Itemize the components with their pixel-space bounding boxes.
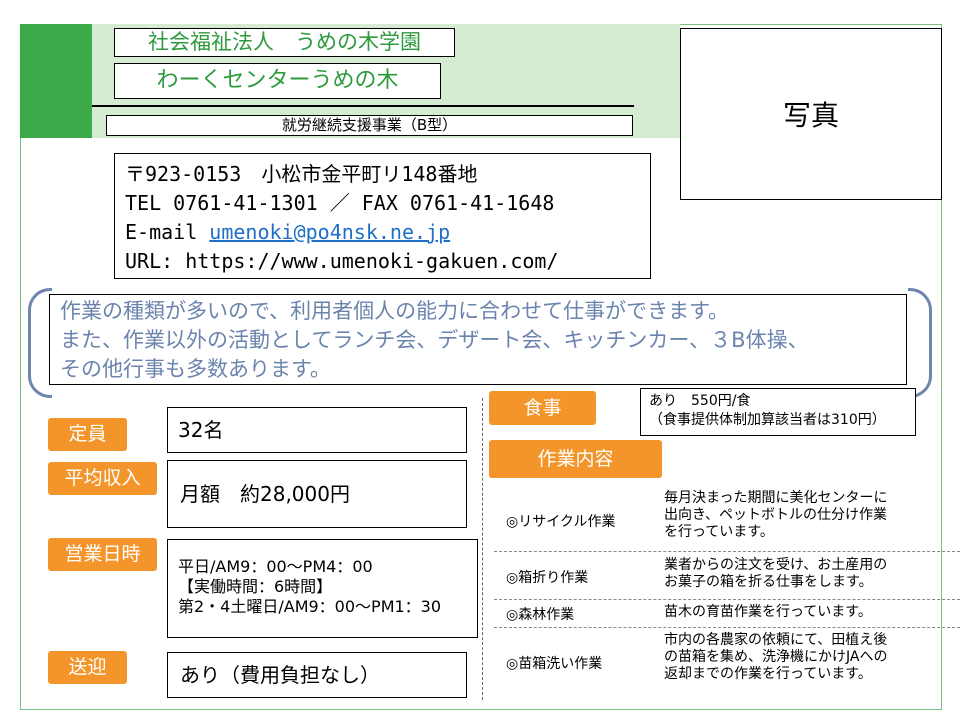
capacity-label: 定員 bbox=[48, 418, 127, 451]
work-desc-line: 返却までの作業を行っています。 bbox=[664, 666, 872, 682]
description-line: その他行事も多数あります。 bbox=[60, 357, 331, 381]
corporation-name: 社会福祉法人 うめの木学園 bbox=[114, 28, 455, 57]
meal-value: あり 550円/食 （食事提供体制加算該当者は310円） bbox=[640, 388, 916, 436]
work-item-desc: 毎月決まった期間に美化センターに 出向き、ペットボトルの仕分け作業 を行っていま… bbox=[664, 490, 934, 541]
hours-actual: 【実働時間：6時間】 bbox=[178, 577, 333, 596]
contact-box: 〒923-0153 小松市金平町リ148番地 TEL 0761-41-1301 … bbox=[114, 153, 651, 279]
work-label: 作業内容 bbox=[489, 440, 662, 478]
work-item-desc: 市内の各農家の依頼にて、田植え後 の苗箱を集め、洗浄機にかけJAへの 返却までの… bbox=[664, 632, 934, 683]
work-item-name: ◎リサイクル作業 bbox=[506, 514, 616, 530]
work-desc-line: 出向き、ペットボトルの仕分け作業 bbox=[664, 507, 888, 523]
work-desc-line: 業者からの注文を受け、お土産用の bbox=[664, 557, 888, 573]
business-type: 就労継続支援事業（B型） bbox=[106, 115, 633, 136]
work-item: ◎森林作業 苗木の育苗作業を行っています。 bbox=[494, 599, 960, 628]
description-line: また、作業以外の活動としてランチ会、デザート会、キッチンカー、３B体操、 bbox=[60, 328, 809, 352]
description-line: 作業の種類が多いので、利用者個人の能力に合わせて仕事ができます。 bbox=[60, 299, 730, 323]
work-item: ◎苗箱洗い作業 市内の各農家の依頼にて、田植え後 の苗箱を集め、洗浄機にかけJA… bbox=[494, 627, 960, 691]
email-label: E-mail bbox=[125, 220, 210, 244]
income-value: 月額 約28,000円 bbox=[167, 460, 467, 528]
work-desc-line: 市内の各農家の依頼にて、田植え後 bbox=[664, 632, 888, 648]
tel-fax: TEL 0761-41-1301 ／ FAX 0761-41-1648 bbox=[125, 191, 555, 215]
work-item: ◎リサイクル作業 毎月決まった期間に美化センターに 出向き、ペットボトルの仕分け… bbox=[494, 488, 960, 552]
meal-price: あり 550円/食 bbox=[649, 393, 751, 409]
meal-label: 食事 bbox=[489, 391, 596, 425]
hours-saturday: 第2・4土曜日/AM9：00～PM1：30 bbox=[178, 597, 442, 616]
hours-value: 平日/AM9：00～PM4：00 【実働時間：6時間】 第2・4土曜日/AM9：… bbox=[167, 539, 478, 638]
work-item-desc: 苗木の育苗作業を行っています。 bbox=[664, 604, 934, 621]
email-link[interactable]: umenoki@po4nsk.ne.jp bbox=[209, 220, 450, 244]
column-divider bbox=[482, 398, 483, 700]
work-item-name: ◎苗箱洗い作業 bbox=[506, 656, 603, 672]
work-item-desc: 業者からの注文を受け、お土産用の お菓子の箱を折る仕事をします。 bbox=[664, 557, 934, 591]
work-item-name: ◎箱折り作業 bbox=[506, 570, 589, 586]
work-desc-line: を行っています。 bbox=[664, 524, 774, 540]
work-desc-line: 毎月決まった期間に美化センターに bbox=[664, 490, 888, 506]
right-bracket bbox=[908, 288, 932, 398]
center-name: わーくセンターうめの木 bbox=[114, 63, 441, 99]
photo-label: 写真 bbox=[782, 99, 839, 132]
capacity-value: 32名 bbox=[167, 407, 467, 453]
email-line: E-mail umenoki@po4nsk.ne.jp bbox=[125, 218, 640, 247]
url-line: URL: https://www.umenoki-gakuen.com/ bbox=[125, 249, 559, 273]
work-item-name: ◎森林作業 bbox=[506, 607, 575, 623]
meal-note: （食事提供体制加算該当者は310円） bbox=[649, 412, 886, 428]
transport-value: あり（費用負担なし） bbox=[167, 652, 467, 698]
income-label: 平均収入 bbox=[48, 462, 157, 495]
header-divider bbox=[92, 105, 634, 107]
address: 〒923-0153 小松市金平町リ148番地 bbox=[125, 162, 478, 186]
work-desc-line: お菓子の箱を折る仕事をします。 bbox=[664, 574, 873, 590]
work-desc-line: 苗木の育苗作業を行っています。 bbox=[664, 604, 872, 620]
photo-placeholder: 写真 bbox=[680, 28, 942, 200]
work-desc-line: の苗箱を集め、洗浄機にかけJAへの bbox=[664, 649, 888, 665]
work-item: ◎箱折り作業 業者からの注文を受け、お土産用の お菓子の箱を折る仕事をします。 bbox=[494, 551, 960, 600]
description-box: 作業の種類が多いので、利用者個人の能力に合わせて仕事ができます。 また、作業以外… bbox=[49, 294, 907, 385]
header-accent bbox=[20, 24, 92, 138]
hours-label: 営業日時 bbox=[48, 538, 157, 571]
transport-label: 送迎 bbox=[48, 651, 127, 684]
hours-weekday: 平日/AM9：00～PM4：00 bbox=[178, 557, 373, 576]
